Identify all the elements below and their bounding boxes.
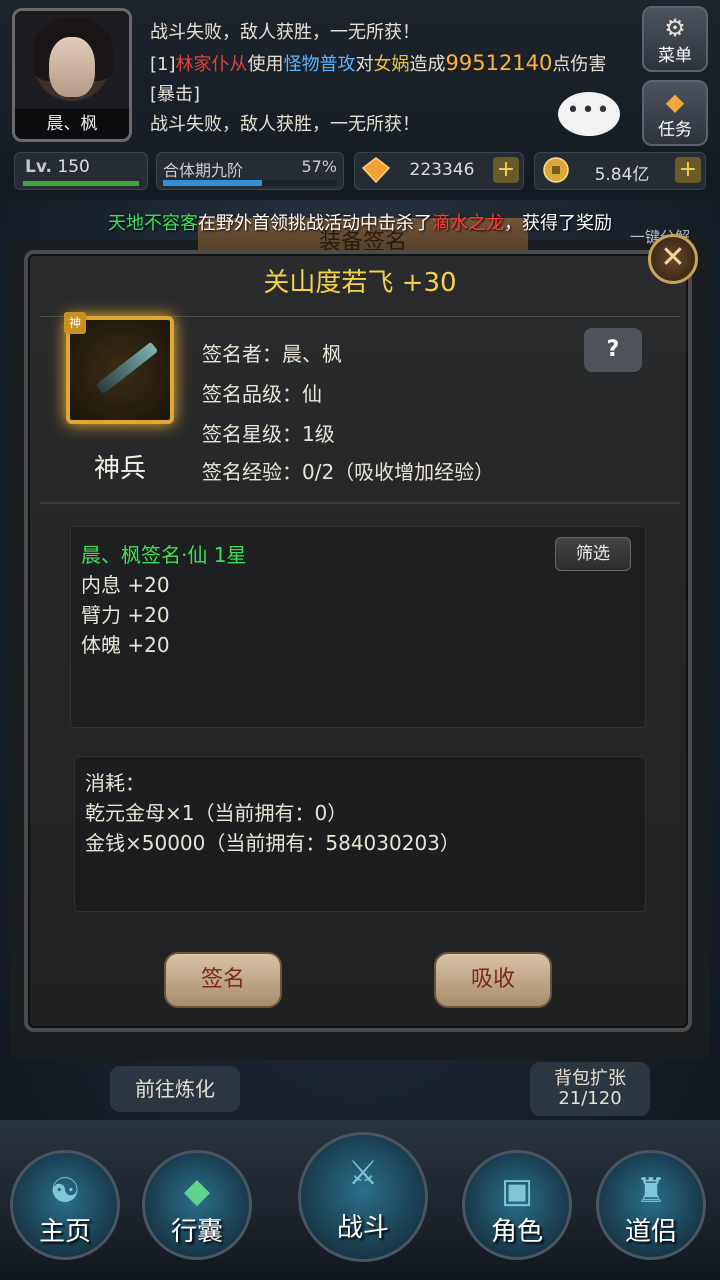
nav-role-label: 角色 bbox=[490, 1217, 543, 1247]
attribute-title: 晨、枫签名·仙 1星 bbox=[81, 543, 247, 567]
realm-panel: 合体期九阶 57% bbox=[156, 152, 344, 190]
bag-icon: ◆ bbox=[183, 1171, 211, 1211]
item-badge: 神 bbox=[64, 312, 86, 334]
nav-role[interactable]: ▣ 角色 bbox=[462, 1150, 572, 1260]
item-icon-frame[interactable]: 神 bbox=[64, 312, 174, 424]
log-skill: 怪物普攻 bbox=[283, 54, 356, 75]
nav-mate-label: 道侣 bbox=[624, 1217, 677, 1247]
nav-home-label: 主页 bbox=[38, 1217, 91, 1247]
announce-text2: ，获得了奖励 bbox=[504, 213, 612, 234]
log-target: 女娲 bbox=[373, 54, 410, 75]
money-panel: 5.84亿 + bbox=[534, 152, 706, 190]
chest-icon: ▣ bbox=[500, 1171, 534, 1211]
attribute-box: 晨、枫签名·仙 1星 筛选 内息 +20 臂力 +20 体魄 +20 bbox=[70, 526, 646, 728]
announce-player: 天地不容客 bbox=[108, 213, 198, 234]
log-damage: 99512140 bbox=[445, 51, 553, 75]
task-button[interactable]: ◆ 任务 bbox=[642, 80, 708, 146]
absorb-button[interactable]: 吸收 bbox=[434, 952, 552, 1008]
exp-text: 签名经验：0/2（吸收增加经验） bbox=[202, 460, 495, 484]
gear-icon: ⚙ bbox=[664, 14, 686, 42]
nav-mate[interactable]: ♜ 道侣 bbox=[596, 1150, 706, 1260]
cost-money: 金钱×50000（当前拥有：584030203） bbox=[85, 831, 460, 855]
cost-material: 乾元金母×1（当前拥有：0） bbox=[85, 801, 348, 825]
item-type-label: 神兵 bbox=[93, 454, 146, 484]
avatar-face bbox=[49, 37, 95, 97]
realm-percent: 57% bbox=[301, 157, 337, 176]
cost-title: 消耗： bbox=[85, 771, 145, 795]
world-announcement: 天地不容客在野外首领挑战活动中击杀了滴水之龙，获得了奖励 bbox=[0, 208, 720, 240]
menu-button[interactable]: ⚙ 菜单 bbox=[642, 6, 708, 72]
gem-count: 223346 bbox=[409, 160, 475, 180]
close-button[interactable]: ✕ bbox=[648, 234, 698, 284]
level-panel: Lv. 150 bbox=[14, 152, 148, 190]
log-line-1: 战斗失败，敌人获胜，一无所获！ bbox=[150, 22, 420, 43]
help-button[interactable]: ? bbox=[584, 328, 642, 372]
chat-bubble-icon[interactable]: ••• bbox=[558, 92, 620, 136]
task-label: 任务 bbox=[658, 120, 692, 140]
attribute-line: 体魄 +20 bbox=[81, 633, 170, 657]
money-amount: 5.84亿 bbox=[594, 165, 650, 185]
go-refine-button[interactable]: 前往炼化 bbox=[110, 1066, 240, 1112]
cost-box: 消耗： 乾元金母×1（当前拥有：0） 金钱×50000（当前拥有：5840302… bbox=[74, 756, 646, 912]
level-text: Lv. 150 bbox=[25, 157, 90, 177]
realm-progress-bar bbox=[163, 180, 262, 186]
log-actor: 林家仆从 bbox=[175, 54, 248, 75]
level-bar bbox=[23, 181, 139, 186]
attribute-line: 臂力 +20 bbox=[81, 603, 170, 627]
bag-capacity: 21/120 bbox=[558, 1088, 622, 1109]
star-text: 签名星级：1级 bbox=[202, 422, 335, 446]
realm-label: 合体期九阶 bbox=[163, 161, 244, 180]
announce-boss: 滴水之龙 bbox=[432, 213, 504, 234]
log-verb: 使用 bbox=[247, 54, 284, 75]
signer-text: 签名者：晨、枫 bbox=[202, 342, 342, 366]
add-money-button[interactable]: + bbox=[675, 157, 701, 183]
bag-expand-label: 背包扩张 bbox=[554, 1068, 626, 1089]
sword-icon bbox=[95, 341, 159, 395]
coin-icon bbox=[543, 157, 569, 183]
log-channel: [1] bbox=[150, 54, 176, 75]
grade-text: 签名品级：仙 bbox=[202, 382, 322, 406]
nav-battle-label: 战斗 bbox=[336, 1213, 389, 1243]
player-name: 晨、枫 bbox=[15, 109, 129, 139]
add-gems-button[interactable]: + bbox=[493, 157, 519, 183]
sign-button[interactable]: 签名 bbox=[164, 952, 282, 1008]
filter-button[interactable]: 筛选 bbox=[555, 537, 631, 571]
gem-icon bbox=[361, 157, 391, 184]
nav-bag-label: 行囊 bbox=[170, 1217, 223, 1247]
item-title: 关山度若飞 +30 bbox=[263, 268, 457, 298]
home-icon: ☯ bbox=[49, 1171, 81, 1211]
gem-panel: 223346 + bbox=[354, 152, 524, 190]
close-icon: ✕ bbox=[660, 240, 686, 275]
question-icon: ? bbox=[606, 337, 620, 362]
log-to: 对 bbox=[355, 54, 374, 75]
task-gem-icon: ◆ bbox=[665, 88, 685, 116]
attribute-line: 内息 +20 bbox=[81, 573, 170, 597]
bag-expand-button[interactable]: 背包扩张 21/120 bbox=[530, 1062, 650, 1116]
section-divider bbox=[40, 502, 680, 504]
companion-icon: ♜ bbox=[635, 1171, 667, 1211]
menu-label: 菜单 bbox=[658, 46, 692, 66]
nav-home[interactable]: ☯ 主页 bbox=[10, 1150, 120, 1260]
nav-bag[interactable]: ◆ 行囊 bbox=[142, 1150, 252, 1260]
sword-battle-icon: ⚔ bbox=[347, 1153, 379, 1193]
log-cause: 造成 bbox=[409, 54, 446, 75]
nav-battle[interactable]: ⚔ 战斗 bbox=[298, 1132, 428, 1262]
player-avatar[interactable]: 晨、枫 bbox=[12, 8, 132, 142]
announce-text1: 在野外首领挑战活动中击杀了 bbox=[198, 213, 432, 234]
